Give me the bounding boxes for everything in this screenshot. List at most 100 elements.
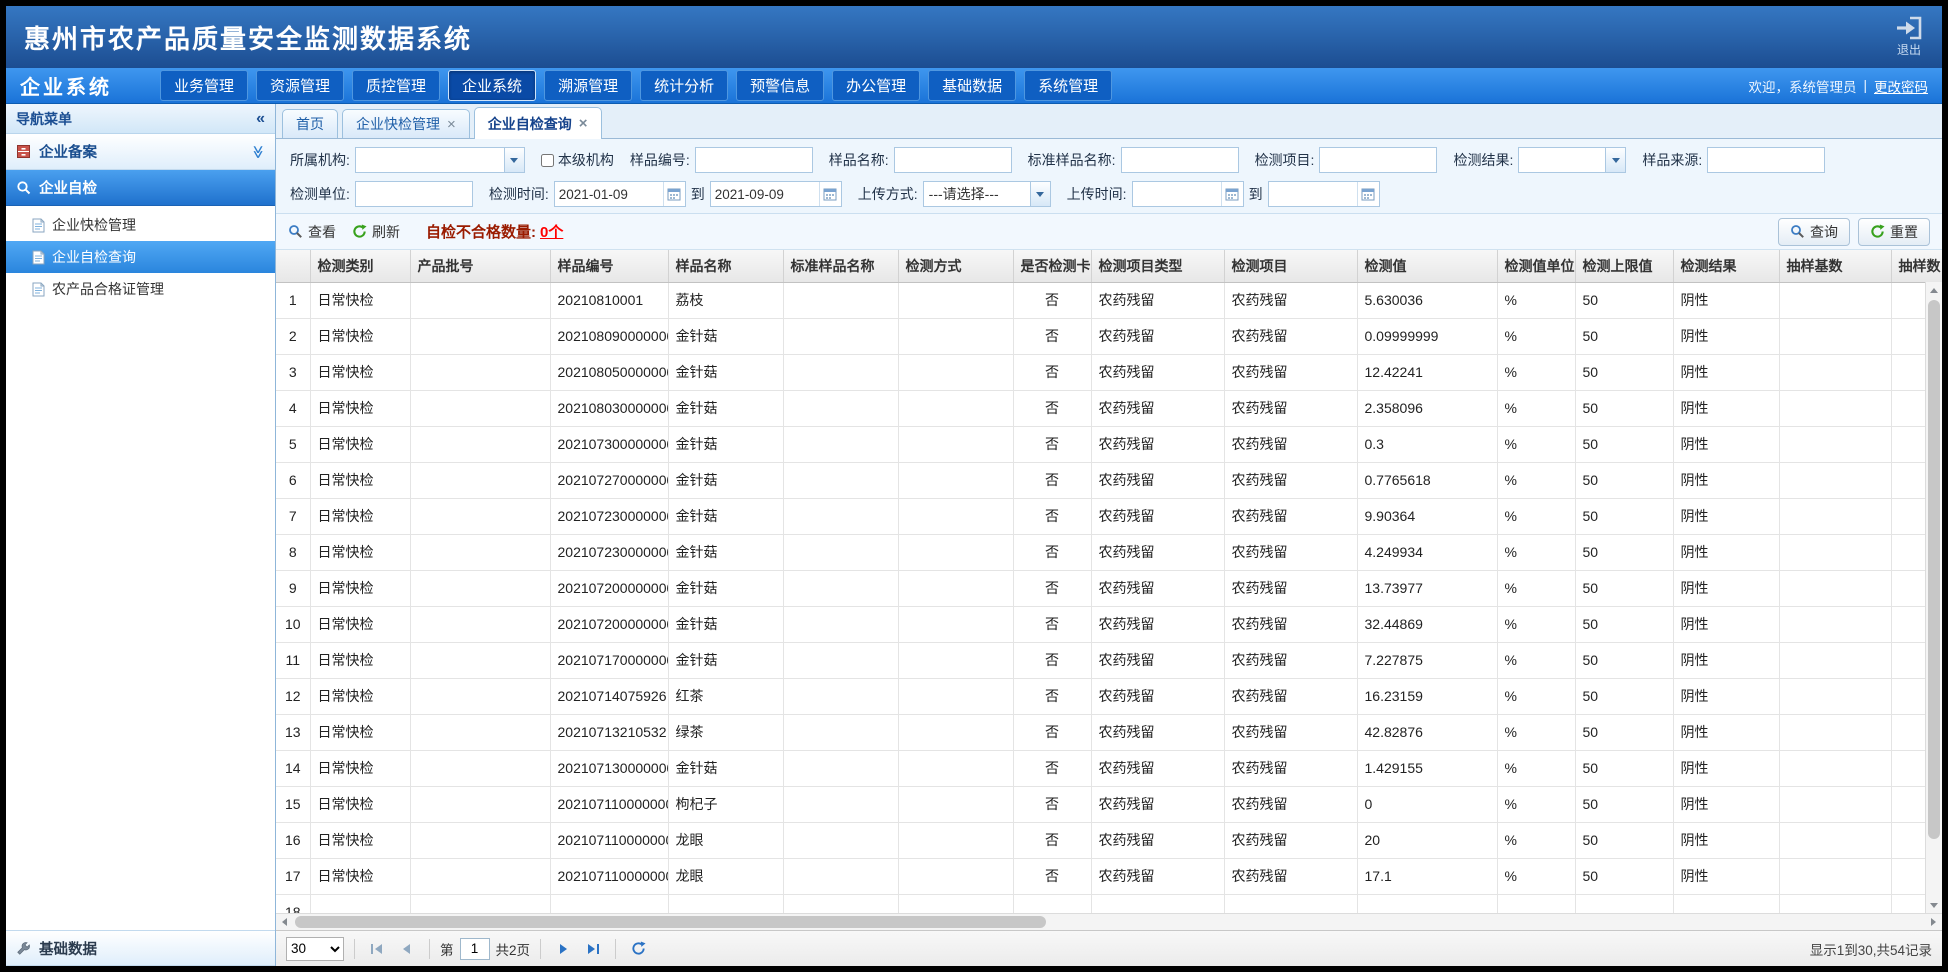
sidebar-item-selfcheck-query[interactable]: 企业自检查询 <box>6 241 275 273</box>
page-number-input[interactable] <box>460 938 490 960</box>
column-header[interactable]: 检测方式 <box>898 250 1013 282</box>
tab-selfcheck-query[interactable]: 企业自检查询 × <box>474 107 602 139</box>
table-row[interactable]: 4 日常快检 2021080300000001 金针菇 否 农药残留 农药残留 <box>276 390 1942 426</box>
org-select[interactable] <box>355 147 525 173</box>
test-time-to[interactable] <box>710 181 842 207</box>
last-page-icon[interactable] <box>581 937 605 961</box>
nav-item-traceability[interactable]: 溯源管理 <box>544 70 632 101</box>
table-row[interactable]: 1 日常快检 20210810001 荔枝 否 农药残留 农药残留 5.6 <box>276 282 1942 318</box>
table-row[interactable]: 8 日常快检 2021072300000001 金针菇 否 农药残留 农药残留 <box>276 534 1942 570</box>
vertical-scrollbar-thumb[interactable] <box>1928 300 1940 839</box>
next-page-icon[interactable] <box>551 937 575 961</box>
horizontal-scrollbar[interactable] <box>276 913 1942 930</box>
table-row[interactable]: 12 日常快检 20210714075926 红茶 否 农药残留 农药残留 <box>276 678 1942 714</box>
change-password-link[interactable]: 更改密码 <box>1874 76 1928 96</box>
horizontal-scrollbar-thumb[interactable] <box>295 916 1046 928</box>
scroll-left-icon[interactable] <box>276 914 293 930</box>
page-size-select[interactable]: 30 <box>286 937 344 961</box>
test-time-from-input[interactable] <box>555 182 663 206</box>
column-header[interactable]: 检测类别 <box>310 250 410 282</box>
first-page-icon[interactable] <box>365 937 389 961</box>
upload-time-from[interactable] <box>1132 181 1244 207</box>
column-header[interactable]: 检测项目 <box>1224 250 1357 282</box>
view-button[interactable]: 查看 <box>288 222 336 242</box>
refresh-button[interactable]: 刷新 <box>352 222 400 242</box>
sidebar-item-certificate-mgmt[interactable]: 农产品合格证管理 <box>6 273 275 305</box>
own-org-checkbox[interactable] <box>541 154 554 167</box>
nav-item-resource[interactable]: 资源管理 <box>256 70 344 101</box>
table-row[interactable]: 13 日常快检 20210713210532 绿茶 否 农药残留 农药残留 <box>276 714 1942 750</box>
scroll-up-icon[interactable] <box>1926 282 1942 298</box>
reset-button[interactable]: 重置 <box>1858 218 1930 246</box>
sidebar-group-enterprise-selfcheck[interactable]: 企业自检 <box>6 170 275 206</box>
logout-button[interactable]: 退出 <box>1894 16 1924 58</box>
reload-icon[interactable] <box>626 937 650 961</box>
column-header[interactable]: 检测值 <box>1357 250 1497 282</box>
table-row[interactable]: 15 日常快检 2021071100000001 枸杞子 否 农药残留 农药残留 <box>276 786 1942 822</box>
column-header[interactable]: 是否检测卡 <box>1013 250 1091 282</box>
test-item-input[interactable] <box>1319 147 1437 173</box>
nav-item-business[interactable]: 业务管理 <box>160 70 248 101</box>
column-header[interactable]: 标准样品名称 <box>783 250 898 282</box>
upload-time-from-input[interactable] <box>1133 182 1221 206</box>
horizontal-scrollbar-track[interactable] <box>293 914 1925 930</box>
test-time-from[interactable] <box>554 181 686 207</box>
column-header[interactable]: 检测结果 <box>1673 250 1779 282</box>
column-header[interactable] <box>276 250 310 282</box>
result-select[interactable] <box>1518 147 1626 173</box>
vertical-scrollbar-track[interactable] <box>1926 298 1942 897</box>
column-header[interactable]: 检测值单位 <box>1497 250 1575 282</box>
close-icon[interactable]: × <box>579 116 588 131</box>
nav-item-quality-control[interactable]: 质控管理 <box>352 70 440 101</box>
prev-page-icon[interactable] <box>395 937 419 961</box>
column-header[interactable]: 样品编号 <box>550 250 668 282</box>
vertical-scrollbar[interactable] <box>1925 282 1942 913</box>
calendar-icon[interactable] <box>1357 182 1379 206</box>
dropdown-arrow-icon[interactable] <box>1030 182 1050 206</box>
table-row[interactable]: 6 日常快检 2021072700000003 金针菇 否 农药残留 农药残留 <box>276 462 1942 498</box>
table-row[interactable]: 11 日常快检 2021071700000006 金针菇 否 农药残留 农药残留 <box>276 642 1942 678</box>
nav-item-statistics[interactable]: 统计分析 <box>640 70 728 101</box>
fail-count-value[interactable]: 0个 <box>540 221 563 242</box>
dropdown-arrow-icon[interactable] <box>504 148 524 172</box>
table-row[interactable]: 16 日常快检 2021071100000001 龙眼 否 农药残留 农药残留 <box>276 822 1942 858</box>
table-row[interactable]: 18 <box>276 894 1942 913</box>
table-row[interactable]: 5 日常快检 2021073000000004 金针菇 否 农药残留 农药残留 <box>276 426 1942 462</box>
sidebar-group-base-data[interactable]: 基础数据 <box>6 930 275 966</box>
column-header[interactable]: 样品名称 <box>668 250 783 282</box>
tab-quick-check-mgmt[interactable]: 企业快检管理 × <box>342 109 470 138</box>
table-row[interactable]: 17 日常快检 2021071100000002 龙眼 否 农药残留 农药残留 <box>276 858 1942 894</box>
sidebar-item-quick-check-mgmt[interactable]: 企业快检管理 <box>6 209 275 241</box>
scroll-right-icon[interactable] <box>1925 914 1942 930</box>
table-row[interactable]: 2 日常快检 2021080900000001 金针菇 否 农药残留 农药残留 <box>276 318 1942 354</box>
sidebar-group-enterprise-record[interactable]: 企业备案 ≫ <box>6 134 275 170</box>
source-input[interactable] <box>1707 147 1825 173</box>
test-time-to-input[interactable] <box>711 182 819 206</box>
nav-item-base-data[interactable]: 基础数据 <box>928 70 1016 101</box>
column-header[interactable]: 检测项目类型 <box>1091 250 1224 282</box>
sidebar-collapse-icon[interactable]: « <box>256 111 265 127</box>
close-icon[interactable]: × <box>447 117 456 132</box>
table-row[interactable]: 9 日常快检 2021072000000008 金针菇 否 农药残留 农药残留 <box>276 570 1942 606</box>
scroll-down-icon[interactable] <box>1926 897 1942 913</box>
upload-time-to-input[interactable] <box>1269 182 1357 206</box>
table-row[interactable]: 7 日常快检 2021072300000002 金针菇 否 农药残留 农药残留 <box>276 498 1942 534</box>
unit-input[interactable] <box>355 181 473 207</box>
nav-item-warning-info[interactable]: 预警信息 <box>736 70 824 101</box>
tab-home[interactable]: 首页 <box>282 109 338 138</box>
upload-mode-select[interactable]: ---请选择--- <box>923 181 1051 207</box>
sample-code-input[interactable] <box>695 147 813 173</box>
column-header[interactable]: 产品批号 <box>410 250 550 282</box>
nav-item-enterprise-system[interactable]: 企业系统 <box>448 70 536 101</box>
calendar-icon[interactable] <box>1221 182 1243 206</box>
calendar-icon[interactable] <box>663 182 685 206</box>
upload-time-to[interactable] <box>1268 181 1380 207</box>
nav-item-office[interactable]: 办公管理 <box>832 70 920 101</box>
table-row[interactable]: 10 日常快检 2021072000000007 金针菇 否 农药残留 农药残留 <box>276 606 1942 642</box>
nav-item-system-admin[interactable]: 系统管理 <box>1024 70 1112 101</box>
search-button[interactable]: 查询 <box>1778 218 1850 246</box>
table-row[interactable]: 14 日常快检 2021071300000005 金针菇 否 农药残留 农药残留 <box>276 750 1942 786</box>
std-sample-input[interactable] <box>1121 147 1239 173</box>
sample-name-input[interactable] <box>894 147 1012 173</box>
column-header[interactable]: 检测上限值 <box>1575 250 1673 282</box>
